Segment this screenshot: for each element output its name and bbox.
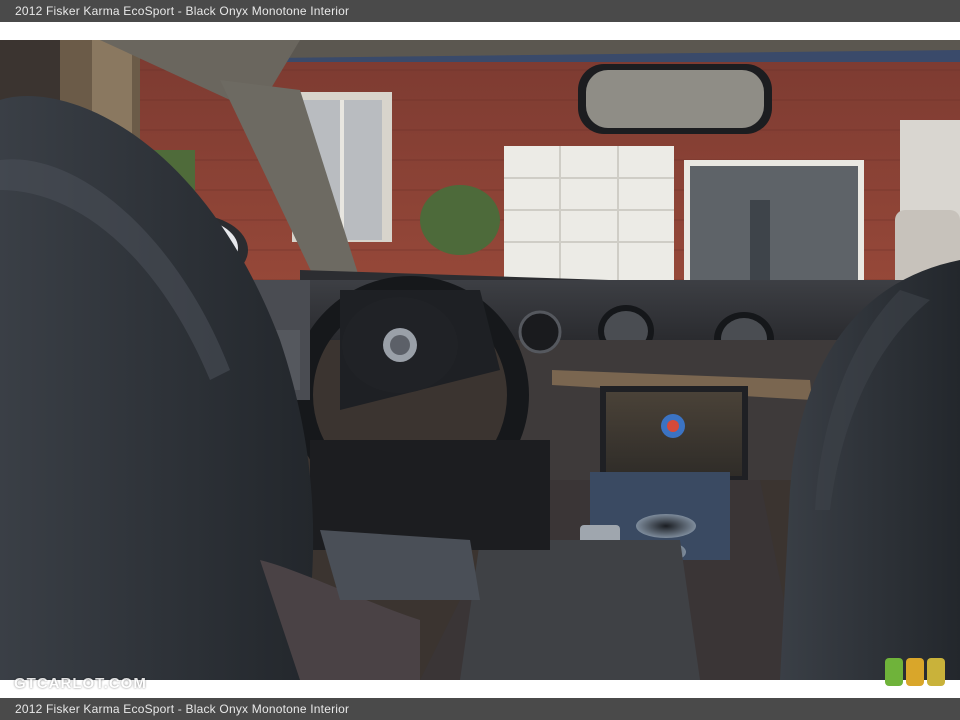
badge-green-icon xyxy=(885,658,903,686)
bottom-caption: 2012 Fisker Karma EcoSport - Black Onyx … xyxy=(0,698,960,720)
badge-orange-icon xyxy=(906,658,924,686)
badge-yellow-icon xyxy=(927,658,945,686)
top-caption: 2012 Fisker Karma EcoSport - Black Onyx … xyxy=(0,0,960,22)
watermark-logo: GTCARLOT.COM xyxy=(14,675,147,692)
car-interior-photo xyxy=(0,40,960,680)
